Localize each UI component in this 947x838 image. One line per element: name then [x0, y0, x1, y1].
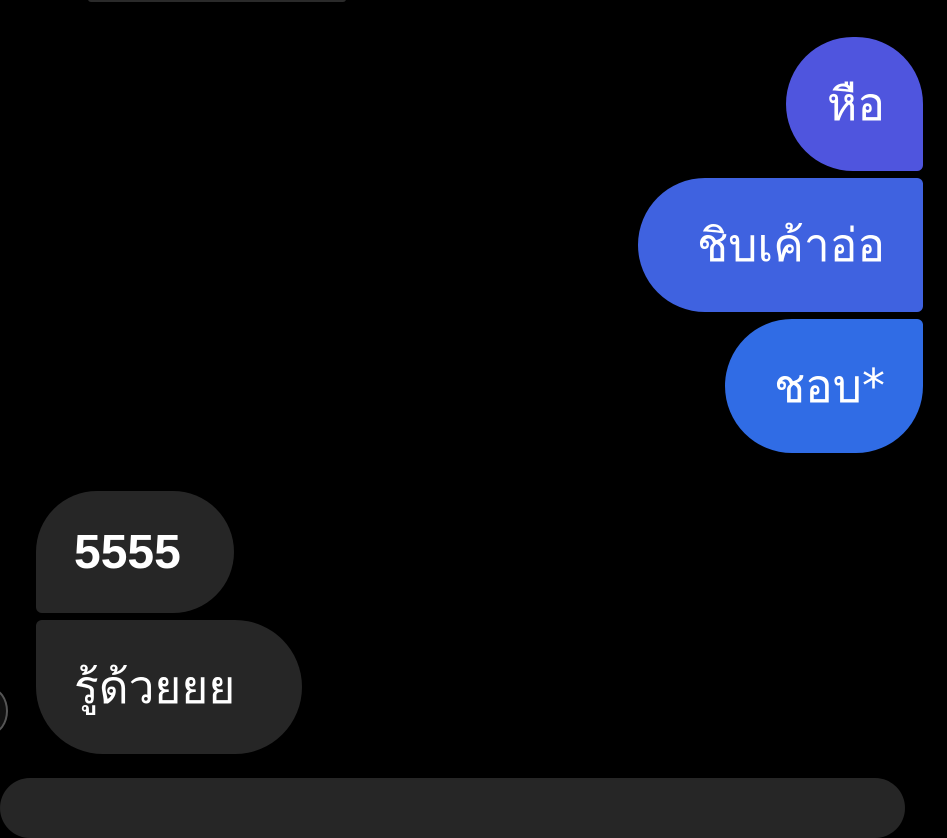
incoming-message-bubble[interactable]: 5555 [36, 491, 234, 613]
message-text: ชอบ* [773, 358, 885, 413]
outgoing-message-bubble[interactable]: หือ [786, 37, 923, 171]
sender-avatar[interactable] [0, 688, 8, 734]
message-composer[interactable] [0, 778, 905, 838]
message-text: รู้ด้วยยย [74, 659, 236, 714]
incoming-message-bubble[interactable]: รู้ด้วยยย [36, 620, 302, 754]
outgoing-message-bubble[interactable]: ชอบ* [725, 319, 923, 453]
message-text: ชิบเค้าอ่อ [697, 217, 885, 272]
outgoing-message-bubble[interactable]: ชิบเค้าอ่อ [638, 178, 923, 312]
message-text: 5555 [74, 525, 181, 579]
message-text: หือ [827, 76, 885, 131]
previous-message-edge [88, 0, 346, 2]
